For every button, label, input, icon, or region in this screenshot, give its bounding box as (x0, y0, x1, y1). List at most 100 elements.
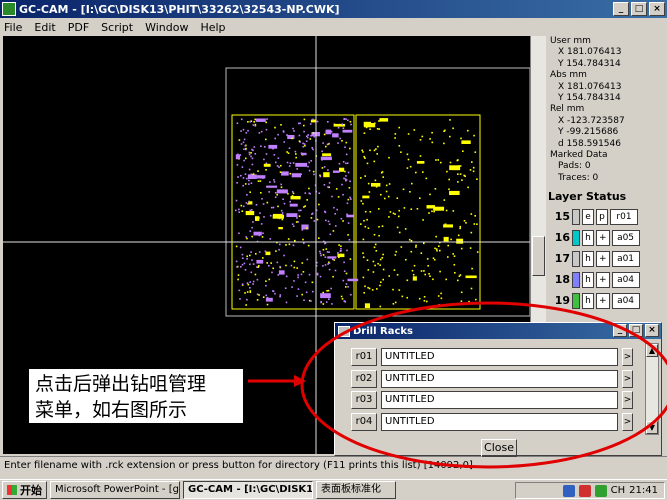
input-language[interactable]: CH (611, 485, 626, 496)
pad (322, 265, 324, 267)
layer-color-swatch[interactable] (572, 250, 580, 267)
layer-row[interactable]: 18 h + a04 (548, 269, 665, 290)
pad (256, 278, 259, 281)
layer-mode-a[interactable]: h (582, 271, 594, 288)
menu-pdf[interactable]: PDF (68, 21, 89, 34)
layer-number: 18 (554, 273, 570, 286)
pad (462, 150, 464, 152)
rack-browse-button[interactable]: > (622, 413, 633, 431)
pad (247, 129, 249, 132)
layer-row[interactable]: 19 h + a04 (548, 290, 665, 311)
antivirus-icon[interactable] (578, 484, 591, 497)
pad (446, 170, 448, 173)
layer-mode-b[interactable]: p (596, 208, 608, 225)
task-powerpoint[interactable]: Microsoft PowerPoint - [g... (50, 481, 180, 499)
layer-color-swatch[interactable] (572, 208, 580, 225)
layer-mode-b[interactable]: + (596, 271, 610, 288)
layer-color-swatch[interactable] (572, 271, 580, 288)
pad (296, 217, 298, 219)
pad (339, 250, 342, 252)
pad (323, 166, 326, 168)
pad (316, 120, 319, 123)
rack-browse-button[interactable]: > (622, 370, 633, 388)
rack-id-button[interactable]: r04 (351, 413, 377, 431)
layer-mode-b[interactable]: + (596, 292, 610, 309)
annotation-line-2: 菜单，如右图所示 (35, 399, 188, 421)
pad (242, 184, 244, 187)
pad (265, 169, 267, 171)
rack-id-button[interactable]: r02 (351, 370, 377, 388)
rack-browse-button[interactable]: > (622, 391, 633, 409)
pad (394, 301, 397, 304)
pad (318, 203, 320, 206)
dialog-maximize-button[interactable]: □ (629, 324, 643, 337)
rack-name-field[interactable]: UNTITLED (381, 348, 618, 366)
scrollbar-thumb[interactable] (532, 236, 545, 276)
pad (303, 143, 306, 145)
layer-name[interactable]: a04 (611, 292, 640, 309)
layer-name[interactable]: r01 (610, 208, 638, 225)
volume-icon[interactable] (594, 484, 607, 497)
dialog-close-icon[interactable]: × (645, 324, 659, 337)
pad (378, 234, 380, 237)
pad (423, 300, 426, 302)
pad (249, 120, 251, 123)
layer-mode-b[interactable]: + (596, 250, 610, 267)
scroll-down-icon[interactable]: ▼ (646, 421, 658, 434)
rack-browse-button[interactable]: > (622, 348, 633, 366)
menu-file[interactable]: File (4, 21, 22, 34)
task-folder[interactable]: 表面板标准化 (316, 481, 396, 499)
pad (382, 176, 384, 178)
network-icon[interactable] (562, 484, 575, 497)
menu-help[interactable]: Help (200, 21, 225, 34)
layer-row[interactable]: 17 h + a01 (548, 248, 665, 269)
menu-window[interactable]: Window (145, 21, 188, 34)
pad (304, 145, 306, 147)
layer-color-swatch[interactable] (572, 229, 580, 246)
scroll-up-icon[interactable]: ▲ (646, 344, 658, 357)
dialog-scrollbar[interactable]: ▲ ▼ (645, 343, 659, 435)
pad (245, 211, 255, 216)
dialog-minimize-button[interactable]: _ (613, 324, 627, 337)
layer-name[interactable]: a05 (611, 229, 640, 246)
pad (460, 291, 463, 294)
minimize-button[interactable]: _ (613, 2, 629, 16)
layer-name[interactable]: a01 (611, 250, 640, 267)
layer-row[interactable]: 15 e p r01 (548, 206, 665, 227)
pad (350, 198, 352, 200)
pad (285, 264, 287, 267)
layer-name[interactable]: a04 (611, 271, 640, 288)
pad (468, 300, 470, 303)
layer-mode-a[interactable]: e (582, 208, 594, 225)
rack-name-field[interactable]: UNTITLED (381, 391, 618, 409)
pad (258, 294, 260, 296)
pad (250, 271, 253, 274)
start-button[interactable]: 开始 (2, 481, 47, 499)
pad (297, 122, 300, 125)
layer-mode-b[interactable]: + (596, 229, 610, 246)
pad (440, 297, 443, 300)
pad (473, 223, 476, 225)
pad (290, 264, 293, 267)
dialog-close-button[interactable]: Close (481, 439, 517, 457)
pad (476, 223, 478, 225)
pad (470, 287, 473, 290)
menu-edit[interactable]: Edit (34, 21, 55, 34)
rack-id-button[interactable]: r03 (351, 391, 377, 409)
layer-mode-a[interactable]: h (582, 250, 594, 267)
layer-mode-a[interactable]: h (582, 292, 594, 309)
layer-mode-a[interactable]: h (582, 229, 594, 246)
maximize-button[interactable]: □ (631, 2, 647, 16)
rack-name-field[interactable]: UNTITLED (381, 370, 618, 388)
menu-script[interactable]: Script (101, 21, 133, 34)
pad (367, 269, 370, 271)
layer-color-swatch[interactable] (572, 292, 580, 309)
pad (291, 137, 293, 140)
rack-id-button[interactable]: r01 (351, 348, 377, 366)
layer-row[interactable]: 16 h + a05 (548, 227, 665, 248)
pad (449, 119, 451, 121)
pad (289, 172, 292, 175)
task-gc-cam[interactable]: GC-CAM - [I:\GC\DISK13\... (183, 481, 313, 499)
rack-name-field[interactable]: UNTITLED (381, 413, 618, 431)
close-button[interactable]: × (649, 2, 665, 16)
